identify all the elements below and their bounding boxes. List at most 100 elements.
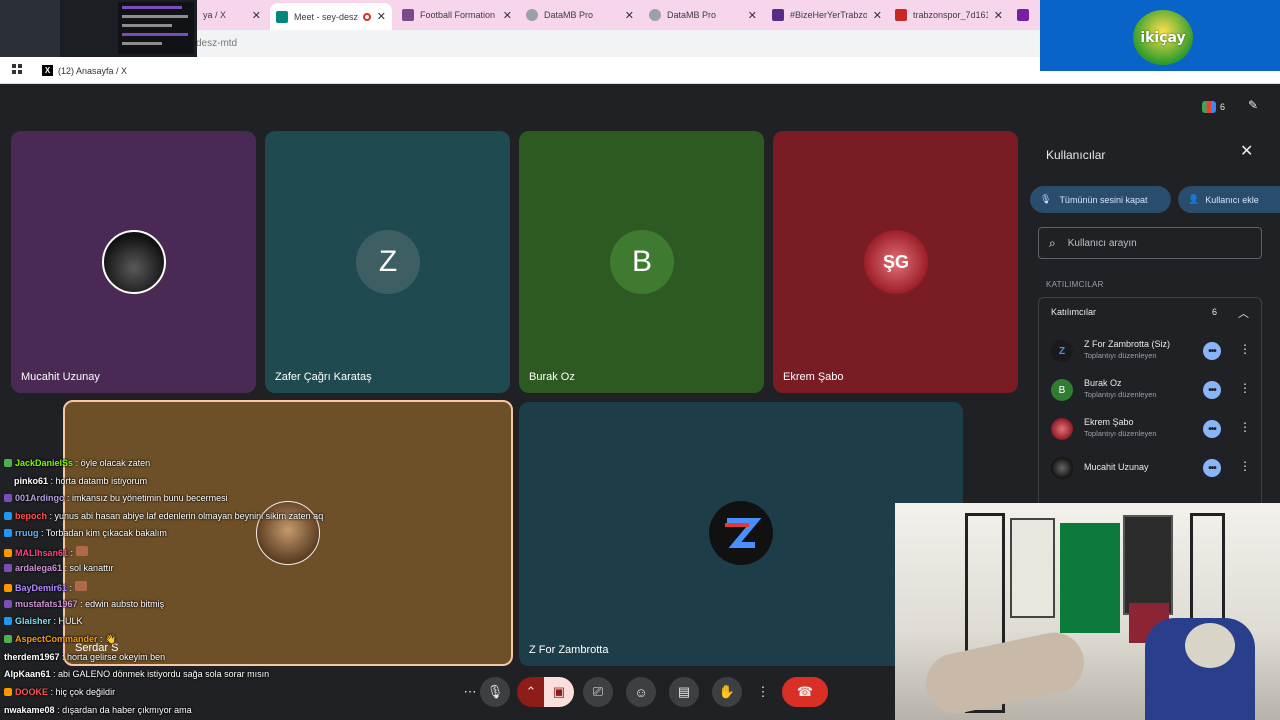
emoji-reaction-button[interactable]: ☺	[626, 677, 656, 707]
close-icon[interactable]: ✕	[1240, 144, 1254, 160]
chat-text: : HULK	[53, 616, 83, 626]
more-options-icon[interactable]: •••	[1203, 342, 1221, 360]
meet-favicon	[276, 10, 288, 23]
kebab-menu-icon[interactable]: ⋮	[1239, 420, 1251, 434]
avatar: B	[1051, 379, 1073, 401]
browser-tab-active[interactable]: Meet - sey-desz-mtd ✕	[270, 3, 392, 30]
chat-user: DOOKE	[15, 687, 49, 697]
present-screen-button[interactable]: ⎚	[583, 677, 613, 707]
avatar-initial: B	[631, 245, 652, 278]
legs	[920, 627, 1090, 719]
leave-call-button[interactable]: ☎	[782, 677, 828, 707]
chat-user: AspectCommander	[15, 634, 98, 644]
tactics-board	[1123, 515, 1173, 615]
sponsor-logo: ikiçay	[1133, 10, 1193, 65]
chat-user: therdem1967	[4, 652, 60, 662]
close-tab-icon[interactable]: ✕	[748, 9, 757, 22]
chat-message: ardalega61 : sol kanattır	[4, 563, 114, 573]
group-count: 6	[1212, 307, 1218, 317]
browser-tab[interactable]: #BizeHerYerTrabzon ✕	[766, 3, 888, 27]
more-options-icon[interactable]: •••	[1203, 420, 1221, 438]
tab-title: DataMB Pro	[544, 10, 594, 20]
participant-tile[interactable]: Z Zafer Çağrı Karataş	[265, 131, 510, 393]
participant-name: Burak Oz	[1084, 378, 1122, 388]
chat-text: : edwin aubsto bitmiş	[80, 599, 165, 609]
chat-message: AspectCommander : 👋	[4, 634, 116, 645]
url-text[interactable]: desz-mtd	[196, 38, 237, 49]
group-label[interactable]: Katılımcılar	[1051, 307, 1096, 317]
close-tab-icon[interactable]: ✕	[625, 9, 634, 22]
browser-tab[interactable]: ya / X ✕	[197, 3, 267, 27]
chat-user: Glaisher	[15, 616, 52, 626]
participant-row[interactable]: Mucahit Uzunay ••• ⋮	[1039, 451, 1263, 487]
close-tab-icon[interactable]: ✕	[873, 9, 882, 22]
chat-message: rruug : Torbadan kim çıkacak bakalım	[4, 528, 167, 538]
participant-tile[interactable]: B Burak Oz	[519, 131, 764, 393]
close-tab-icon[interactable]: ✕	[503, 9, 512, 22]
participant-role: Toplantıyı düzenleyen	[1084, 390, 1157, 399]
close-tab-icon[interactable]: ✕	[994, 9, 1003, 22]
hand-emote-icon: 👋	[105, 634, 117, 644]
participant-counter[interactable]: 6	[1202, 97, 1238, 117]
emote-icon	[75, 546, 88, 556]
more-options-button[interactable]: ⋮	[755, 677, 771, 707]
sponsor-logo-text: ikiçay	[1140, 29, 1186, 46]
participant-name: Mucahit Uzunay	[21, 371, 100, 383]
stream-chat-overlay: JackDanielSs : öyle olacak zaten pinko61…	[0, 456, 360, 720]
participant-name: Z For Zambrotta (Siz)	[1084, 339, 1171, 349]
chat-text: : Torbadan kim çıkacak bakalım	[41, 528, 167, 538]
avatar: Z	[1051, 340, 1073, 362]
browser-tab[interactable]: DataMB Pro ✕	[520, 3, 640, 27]
avatar: B	[610, 230, 674, 294]
tab-title: #BizeHerYerTrabzon	[790, 10, 867, 20]
chat-message: Glaisher : HULK	[4, 616, 83, 626]
chevron-up-icon[interactable]: ⌃	[517, 677, 545, 707]
avatar: ŞG	[864, 230, 928, 294]
browser-tab[interactable]: DataMB Pro ✕	[643, 3, 763, 27]
pdf-favicon	[895, 9, 907, 21]
globe-icon	[649, 9, 661, 21]
participant-row[interactable]: B Burak Oz Toplantıyı düzenleyen ••• ⋮	[1039, 373, 1263, 409]
participant-name: Mucahit Uzunay	[1084, 462, 1149, 472]
purple-favicon	[1017, 9, 1029, 21]
chat-text: :	[100, 634, 103, 644]
panel-title: Kullanıcılar	[1046, 148, 1106, 162]
add-user-button[interactable]: 👤 Kullanıcı ekle	[1178, 186, 1280, 213]
chat-message: BayDemir61 :	[4, 581, 87, 593]
chat-message: MALIhsan61 :	[4, 546, 88, 558]
camera-off-button[interactable]: ▣	[544, 677, 574, 707]
chat-message: 001Ardingo : imkansız bu yönetimin bunu …	[4, 493, 228, 503]
chevron-up-icon[interactable]: ︿	[1238, 305, 1249, 321]
browser-tab[interactable]: #	[1011, 3, 1040, 27]
more-options-icon[interactable]: •••	[1203, 459, 1221, 477]
participant-tile[interactable]: ŞG Ekrem Şabo	[773, 131, 1018, 393]
kebab-menu-icon[interactable]: ⋮	[1239, 381, 1251, 395]
avatar: Z	[356, 230, 420, 294]
participant-tile[interactable]: Mucahit Uzunay	[11, 131, 256, 393]
browser-tab[interactable]: trabzonspor_7d1615 ✕	[889, 3, 1009, 27]
chat-text: :	[69, 583, 73, 593]
search-input[interactable]: ⌕ Kullanıcı arayın	[1038, 227, 1262, 259]
apps-grid-icon[interactable]	[12, 64, 22, 74]
tab-title: Football Formation C	[420, 10, 497, 20]
close-tab-icon[interactable]: ✕	[377, 10, 386, 23]
zambrotta-logo-avatar	[709, 501, 773, 565]
chat-message: therdem1967 : horta gelirse okeyim ben	[4, 652, 165, 662]
raise-hand-button[interactable]: ✋	[712, 677, 742, 707]
participant-name: Z For Zambrotta	[529, 644, 609, 656]
participant-row[interactable]: Ekrem Şabo Toplantıyı düzenleyen ••• ⋮	[1039, 412, 1263, 448]
captions-button[interactable]: ▤	[669, 677, 699, 707]
more-options-icon[interactable]: •••	[1203, 381, 1221, 399]
bookmark-x-home[interactable]: X (12) Anasayfa / X	[42, 65, 127, 76]
browser-tab[interactable]: Football Formation C ✕	[396, 3, 518, 27]
microphone-button[interactable]: 🎙	[480, 677, 510, 707]
kebab-menu-icon[interactable]: ⋮	[1239, 459, 1251, 473]
avatar	[1051, 457, 1073, 479]
avatar-initial: Z	[378, 245, 398, 278]
pencil-icon[interactable]: ✎	[1248, 98, 1266, 116]
mute-all-button[interactable]: 🎙 Tümünün sesini kapat	[1030, 186, 1171, 213]
add-person-icon: 👤	[1188, 194, 1200, 204]
close-tab-icon[interactable]: ✕	[252, 9, 261, 22]
participant-row[interactable]: Z Z For Zambrotta (Siz) Toplantıyı düzen…	[1039, 334, 1263, 370]
kebab-menu-icon[interactable]: ⋮	[1239, 342, 1251, 356]
